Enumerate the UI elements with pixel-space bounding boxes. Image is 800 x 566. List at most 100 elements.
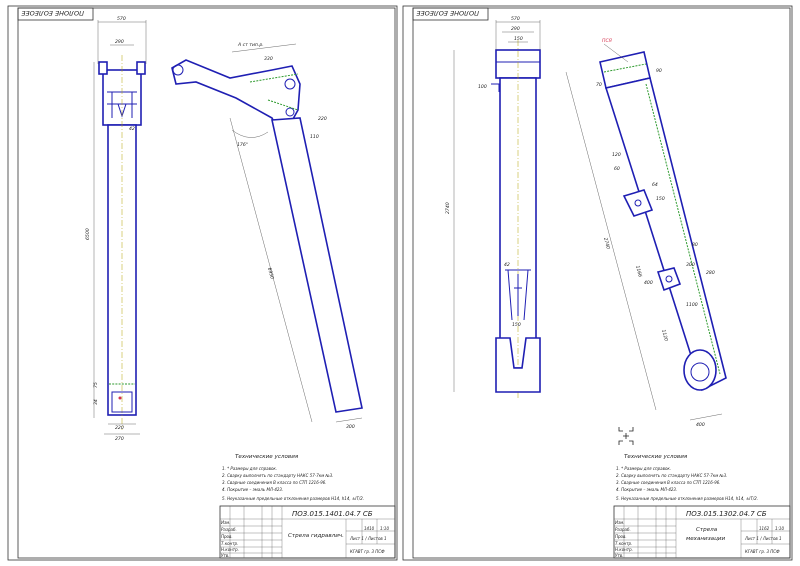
boom4-bottom-line (689, 413, 723, 421)
drawing-canvas: ПОЛОНЕ ЕОЛЕОЕЕ 570 290 6500 42 75 34 220… (7, 5, 793, 561)
sheet-1-note-2: 2. Сварку выполнять по стандарту НАКС 57… (222, 473, 333, 478)
sheet-1-role-0: Изм. (221, 520, 230, 525)
boom4-64: 64 (652, 182, 658, 188)
boom4-400: 400 (644, 280, 653, 286)
dim3-42: 42 (504, 262, 510, 268)
sheet-1-mass: 1410 (364, 526, 375, 531)
sheet-1-note-5: 5. Неуказанные предельные отклонения раз… (222, 496, 364, 501)
sheet-2-note-2: 2. Сварку выполнять по стандарту НАКС 57… (616, 473, 727, 478)
sheet-1-outer-frame (7, 5, 398, 561)
boom4-eye (683, 349, 717, 391)
boom4-1166: 1166 (634, 265, 643, 278)
boom4-150: 150 (656, 196, 665, 202)
sheet-1-note-4: 4. Покрытие – эмаль МЛ-423. (222, 487, 283, 492)
dim1-top-width: 570 (117, 16, 126, 22)
sheet-1-sheet-info: Лист 1 / Листов 1 (349, 536, 387, 541)
sheet-1-scale: 1:10 (380, 526, 389, 531)
sheet-2-doc-code: ПОЗ.015.1302.04.7 СБ (686, 510, 767, 518)
sheet-1-role-3: Т.контр. (221, 541, 238, 546)
sheet-1-tech-title: Технические условия (235, 454, 299, 460)
sheet-1-doc-code: ПОЗ.015.1401.04.7 СБ (292, 510, 373, 518)
boom1-lug-left (98, 61, 108, 75)
boom4-400b: 400 (696, 422, 705, 428)
sheet-2-tech-title: Технические условия (624, 454, 688, 460)
boom4-body (604, 77, 727, 392)
sheet-1: ПОЛОНЕ ЕОЛЕОЕЕ 570 290 6500 42 75 34 220… (7, 5, 398, 561)
boom2-110: 110 (310, 134, 319, 140)
sheet-2-role-3: Т.контр. (615, 541, 632, 546)
sheet-1-note-1: 1. * Размеры для справок. (222, 466, 277, 471)
sheet-2-mass: 1162 (759, 526, 770, 531)
sheet-2-name-line1: Стрела (696, 527, 718, 533)
sheet-2-role-1: Разраб. (615, 527, 631, 532)
dim3-top-width: 570 (511, 16, 520, 22)
sheet-2-org: КГАВТ гр. 3 ПСФ (745, 549, 780, 554)
boom2-length: 6950 (266, 267, 275, 280)
sheet-1-role-1: Разраб. (221, 527, 237, 532)
sheet-1-note-3: 3. Сварные соединения В класса по СТП 12… (222, 480, 327, 485)
boom3-side-tab (491, 83, 500, 92)
sheet-2-name-line2: механизации (686, 536, 726, 542)
sheet-2-title-block: ПОЗ.015.1302.04.7 СБ Стрела механизации … (613, 505, 791, 559)
sheet-2-role-0: Изм. (615, 520, 624, 525)
dim1-length: 6500 (85, 228, 91, 240)
dim1-bottom-270: 270 (115, 436, 124, 442)
sheet-2-sheet-info: Лист 1 / Листов 1 (744, 536, 782, 541)
dim3-inner150: 150 (514, 36, 523, 42)
sheet-2-note-5: 5. Неуказанные предельные отклонения раз… (616, 496, 758, 501)
dim1-bottom-220: 220 (115, 425, 124, 431)
sheet-1-role-2: Пров. (221, 534, 233, 539)
sheet-2-tech-notes: Технические условия 1. * Размеры для спр… (616, 454, 758, 501)
sheet-1-angled-boom: А ст тип.р. 330 220 110 176° 6950 300 (171, 42, 363, 430)
boom1-lug-right (136, 61, 146, 75)
sheet-2-stamp-top: ПОЛОНЕ ЕОЛЕОЕЕ (415, 9, 479, 17)
boom4-120: 120 (612, 152, 621, 158)
crosshair-cursor-icon (618, 427, 634, 445)
boom2-300: 300 (346, 424, 355, 430)
dim1-42: 42 (129, 126, 135, 132)
boom4-1120: 1120 (660, 329, 669, 342)
boom2-angle: 176° (237, 142, 248, 148)
dim1-34: 34 (93, 399, 99, 405)
sheet-2-note-3: 3. Сварные соединения В класса по СТП 12… (616, 480, 721, 485)
sheet-1-role-4: Н.контр. (221, 547, 239, 552)
boom2-section-a: А ст тип.р. (237, 42, 264, 48)
dim3-150: 150 (512, 322, 521, 328)
sheet-1-tech-notes: Технические условия 1. * Размеры для спр… (222, 454, 364, 501)
boom4-300: 300 (686, 262, 695, 268)
boom4-280: 280 (706, 270, 715, 276)
boom4-80: 80 (692, 242, 698, 248)
sheet-1-stamp-top: ПОЛОНЕ ЕОЛЕОЕЕ (20, 9, 84, 17)
boom2-angle-arc (231, 129, 269, 138)
sheet-1-org: КГАВТ гр. 3 ПСФ (350, 549, 385, 554)
boom2-330: 330 (264, 56, 273, 62)
boom4-red-label: ПСЯ (602, 38, 613, 44)
boom4-90: 90 (656, 68, 662, 74)
sheet-2-note-1: 1. * Размеры для справок. (616, 466, 671, 471)
boom2-body (271, 117, 363, 413)
boom2-220: 220 (318, 116, 327, 122)
sheet-2-note-4: 4. Покрытие – эмаль МЛ-423. (616, 487, 677, 492)
sheet-2-role-2: Пров. (615, 534, 627, 539)
sheet-1-name: Стрела гидравлич. (288, 533, 344, 539)
boom4-1100: 1100 (686, 302, 698, 308)
boom4-60: 60 (614, 166, 620, 172)
boom4-70: 70 (596, 82, 602, 88)
dim3-length: 2740 (445, 202, 451, 214)
sheet-1-straight-boom (98, 55, 146, 430)
dim1-inner-width: 290 (115, 39, 124, 45)
sheet-2-scale: 1:10 (775, 526, 784, 531)
sheet-2-angled-boom: ПСЯ 2740 70 90 120 60 64 150 80 1166 400… (565, 38, 727, 428)
boom4-length: 2740 (602, 237, 611, 250)
sheet-1-inner-frame (17, 7, 396, 559)
boom2-bottom-line (335, 417, 363, 423)
sheet-1-role-5: Утв. (221, 553, 229, 558)
dim3-inner-width: 290 (511, 26, 520, 32)
dim3-left100: 100 (478, 84, 487, 90)
boom1-red-mark (118, 396, 122, 400)
sheet-2-outer-frame (402, 5, 793, 561)
sheet-2-role-4: Н.контр. (615, 547, 633, 552)
sheet-1-title-block: ПОЗ.015.1401.04.7 СБ Стрела гидравлич. 1… (219, 505, 396, 559)
sheet-2-straight-boom (491, 40, 541, 400)
sheet-2: ПОЛОНЕ ЕОЛЕОЕЕ 570 290 150 100 2740 42 1… (402, 5, 793, 561)
